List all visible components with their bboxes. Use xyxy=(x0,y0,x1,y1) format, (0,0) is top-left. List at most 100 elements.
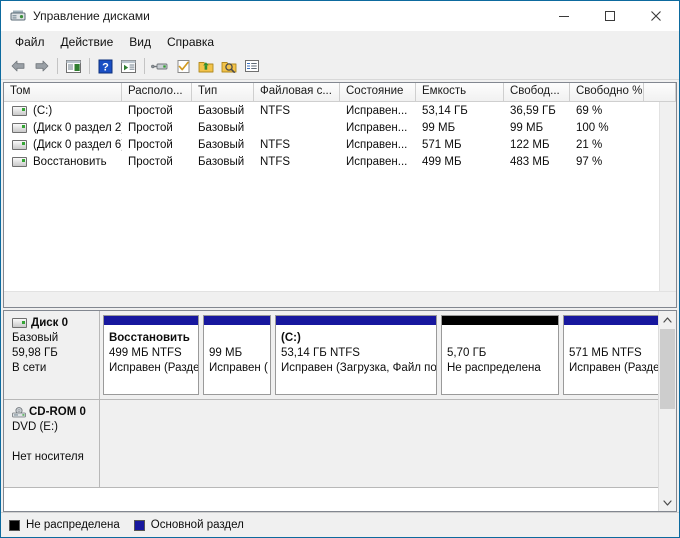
menu-item-file[interactable]: Файл xyxy=(7,33,53,51)
cdrom-media-area[interactable] xyxy=(100,400,659,487)
check-icon[interactable] xyxy=(172,55,194,77)
menu-item-view[interactable]: Вид xyxy=(121,33,159,51)
maximize-button[interactable] xyxy=(587,1,633,31)
cell-free-percent: 69 % xyxy=(576,104,603,117)
partition-color-bar xyxy=(442,316,558,325)
window-title: Управление дисками xyxy=(33,9,150,23)
menu-item-help[interactable]: Справка xyxy=(159,33,222,51)
cell-volume: (Диск 0 раздел 6) xyxy=(4,139,122,151)
rescan-disks-icon[interactable] xyxy=(149,55,171,77)
disk-name: Диск 0 xyxy=(31,317,69,329)
cell-volume-label: (Диск 0 раздел 6) xyxy=(33,138,122,151)
partition-color-bar xyxy=(276,316,436,325)
disk-pane-vertical-scrollbar[interactable] xyxy=(658,311,676,511)
volume-list-header: Том Располо... Тип Файловая с... Состоян… xyxy=(4,83,676,102)
partition-status: Исправен (Разде xyxy=(569,362,658,374)
close-button[interactable] xyxy=(633,1,679,31)
scroll-thumb[interactable] xyxy=(660,329,675,409)
cdrom-name: CD-ROM 0 xyxy=(29,406,86,418)
disk-info-cdrom0[interactable]: CD-ROM 0 DVD (E:) Нет носителя xyxy=(4,400,100,487)
cell-free: 122 МБ xyxy=(510,138,550,151)
volume-list-horizontal-scrollbar[interactable] xyxy=(4,291,676,307)
partition-label: Восстановить xyxy=(109,332,190,344)
partition-details: 5,70 ГБ Не распределена xyxy=(442,325,558,376)
cell-volume: (C:) xyxy=(4,105,122,117)
partition-size: 5,70 ГБ xyxy=(447,347,487,359)
partition-size: 53,14 ГБ NTFS xyxy=(281,347,360,359)
cell-filesystem: NTFS xyxy=(260,155,291,168)
properties-icon[interactable] xyxy=(218,55,240,77)
cell-layout: Простой xyxy=(128,104,173,117)
partition-recovery[interactable]: Восстановить 499 МБ NTFS Исправен (Разде xyxy=(103,315,199,395)
volume-icon xyxy=(12,139,27,150)
cell-volume-label: (C:) xyxy=(33,104,53,117)
partition-recovery-2[interactable]: 571 МБ NTFS Исправен (Разде xyxy=(563,315,659,395)
disk-row-cdrom0[interactable]: CD-ROM 0 DVD (E:) Нет носителя xyxy=(4,400,659,488)
cdrom-drive-letter: DVD (E:) xyxy=(12,421,58,433)
disk-row-disk0[interactable]: Диск 0 Базовый 59,98 ГБ В сети Восстанов… xyxy=(4,311,659,400)
cell-capacity: 499 МБ xyxy=(422,155,462,168)
cell-free: 36,59 ГБ xyxy=(510,104,556,117)
forward-icon[interactable] xyxy=(30,55,52,77)
column-header-type[interactable]: Тип xyxy=(192,83,254,102)
partition-details: (C:) 53,14 ГБ NTFS Исправен (Загрузка, Ф… xyxy=(276,325,436,376)
volume-list-vertical-scrollbar[interactable] xyxy=(659,102,676,307)
cell-type: Базовый xyxy=(198,104,245,117)
column-header-free-percent[interactable]: Свободно % xyxy=(570,83,644,102)
show-hide-console-tree-icon[interactable] xyxy=(62,55,84,77)
back-icon[interactable] xyxy=(7,55,29,77)
partition-c-drive[interactable]: (C:) 53,14 ГБ NTFS Исправен (Загрузка, Ф… xyxy=(275,315,437,395)
partition-area-disk0: Восстановить 499 МБ NTFS Исправен (Разде… xyxy=(100,311,659,399)
cell-layout: Простой xyxy=(128,138,173,151)
show-action-pane-icon[interactable] xyxy=(117,55,139,77)
cell-status: Исправен... xyxy=(346,138,408,151)
legend-swatch-unallocated xyxy=(9,519,20,531)
menu-item-action[interactable]: Действие xyxy=(53,33,122,51)
column-header-capacity[interactable]: Емкость xyxy=(416,83,504,102)
column-header-volume[interactable]: Том xyxy=(4,83,122,102)
column-header-layout[interactable]: Располо... xyxy=(122,83,192,102)
minimize-button[interactable] xyxy=(541,1,587,31)
partition-size: 571 МБ NTFS xyxy=(569,347,642,359)
cdrom-info-header: CD-ROM 0 xyxy=(12,406,99,418)
disk-info-header: Диск 0 xyxy=(12,317,99,329)
cell-free: 483 МБ xyxy=(510,155,550,168)
volume-list-rows: (C:) Простой Базовый NTFS Исправен... 53… xyxy=(4,102,676,307)
cell-filesystem: NTFS xyxy=(260,104,291,117)
column-header-free[interactable]: Свобод... xyxy=(504,83,570,102)
help-icon[interactable]: ? xyxy=(94,55,116,77)
scroll-down-icon[interactable] xyxy=(659,494,676,511)
partition-efi[interactable]: 99 МБ Исправен ( xyxy=(203,315,271,395)
volume-icon xyxy=(12,105,27,116)
table-row[interactable]: (C:) Простой Базовый NTFS Исправен... 53… xyxy=(4,102,676,119)
partition-status: Исправен (Разде xyxy=(109,362,198,374)
partition-unallocated[interactable]: 5,70 ГБ Не распределена xyxy=(441,315,559,395)
volume-icon xyxy=(12,122,27,133)
export-list-icon[interactable] xyxy=(195,55,217,77)
table-row[interactable]: (Диск 0 раздел 2) Простой Базовый Исправ… xyxy=(4,119,676,136)
table-row[interactable]: (Диск 0 раздел 6) Простой Базовый NTFS И… xyxy=(4,136,676,153)
cell-type: Базовый xyxy=(198,155,245,168)
partition-size: 499 МБ NTFS xyxy=(109,347,182,359)
list-view-icon[interactable] xyxy=(241,55,263,77)
column-header-filesystem[interactable]: Файловая с... xyxy=(254,83,340,102)
table-row[interactable]: Восстановить Простой Базовый NTFS Исправ… xyxy=(4,153,676,170)
toolbar-separator xyxy=(144,58,145,74)
legend-label-primary-partition: Основной раздел xyxy=(150,519,244,531)
partition-status: Исправен (Загрузка, Файл под xyxy=(281,362,436,374)
toolbar-separator xyxy=(89,58,90,74)
toolbar-separator xyxy=(57,58,58,74)
cell-volume-label: Восстановить xyxy=(33,155,107,168)
disk-info-disk0[interactable]: Диск 0 Базовый 59,98 ГБ В сети xyxy=(4,311,100,399)
disk-scroll-area: Диск 0 Базовый 59,98 ГБ В сети Восстанов… xyxy=(4,311,659,511)
scroll-up-icon[interactable] xyxy=(659,311,676,328)
cell-capacity: 53,14 ГБ xyxy=(422,104,468,117)
cell-status: Исправен... xyxy=(346,121,408,134)
cell-type: Базовый xyxy=(198,121,245,134)
title-bar: Управление дисками xyxy=(1,1,679,31)
legend-item-primary-partition: Основной раздел xyxy=(133,519,244,531)
cell-free-percent: 21 % xyxy=(576,138,603,151)
cd-rom-icon xyxy=(12,406,26,418)
column-header-filler[interactable] xyxy=(644,83,676,102)
column-header-status[interactable]: Состояние xyxy=(340,83,416,102)
